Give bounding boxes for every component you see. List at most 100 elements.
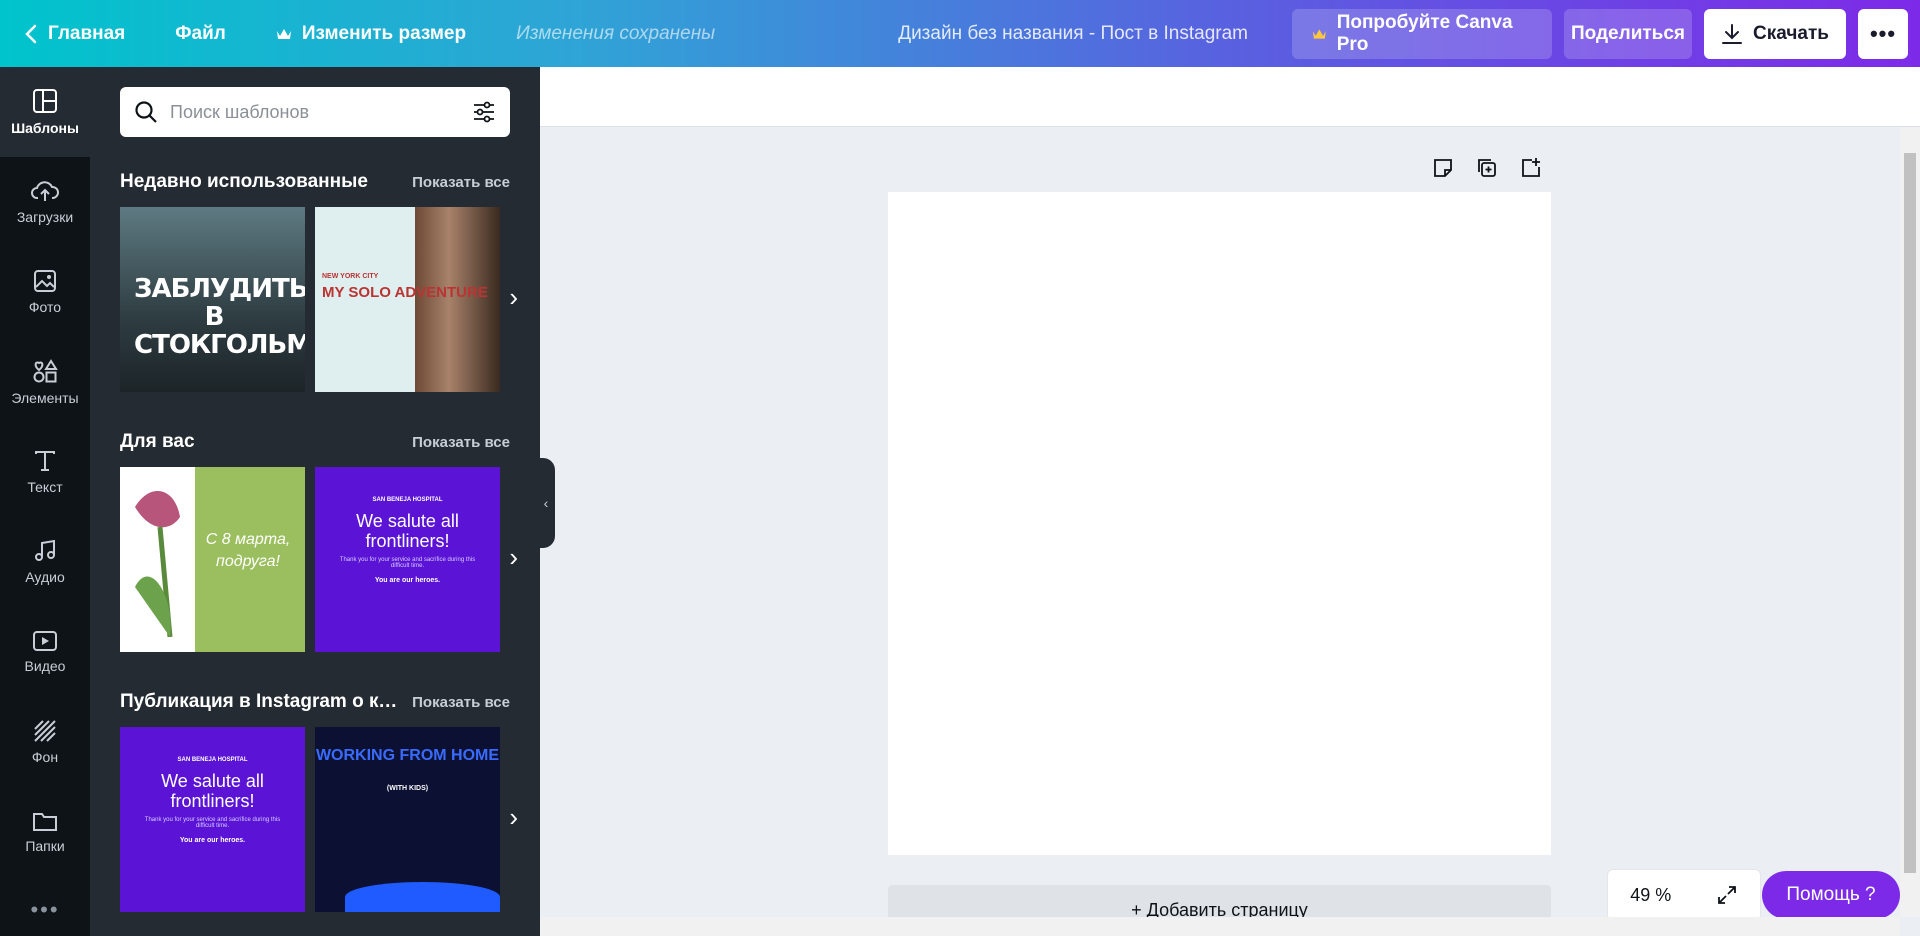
rail-more-button[interactable]: ••• [0,897,90,923]
resize-label: Изменить размер [301,22,467,44]
add-page-icon[interactable] [1518,155,1544,181]
home-label: Главная [48,22,126,44]
templates-panel: Недавно использованные Показать все ЗАБЛ… [90,67,540,936]
rail-photos[interactable]: Фото [0,247,90,337]
background-pattern-icon [34,720,56,742]
section-instagram-thumbs: SAN BENEJA HOSPITAL We salute all frontl… [120,727,540,912]
more-options-button[interactable]: ••• [1858,8,1908,59]
search-icon [135,101,157,123]
crown-icon [1312,28,1326,39]
show-all-link[interactable]: Показать все [412,434,510,451]
chevron-right-icon[interactable]: › [509,802,518,833]
thumb-title: С 8 марта, подруга! [205,531,291,570]
file-label: Файл [175,22,226,44]
thumb-text: Thank you for your service and sacrifice… [339,557,476,569]
file-menu[interactable]: Файл [175,23,226,45]
text-icon [35,451,55,471]
section-title: Для вас [120,431,195,452]
resize-button[interactable]: Изменить размер [276,23,466,45]
rail-label: Загрузки [16,209,74,225]
duplicate-page-icon[interactable] [1474,155,1500,181]
rail-text[interactable]: Текст [0,427,90,517]
scrollbar-thumb[interactable] [1904,153,1916,873]
side-rail: Шаблоны Загрузки Фото Элементы Текст Ауд… [0,67,90,936]
chevron-right-icon[interactable]: › [509,542,518,573]
thumb-text: You are our heroes. [179,837,246,844]
folder-icon [33,813,57,831]
design-page[interactable] [888,192,1551,855]
thumb-subtitle: NEW YORK CITY [322,273,379,280]
rail-label: Фото [28,299,62,315]
note-icon[interactable] [1430,155,1456,181]
cloud-upload-icon [31,181,59,201]
zoom-level[interactable]: 49 % [1630,885,1671,906]
template-thumb-frontliners-2[interactable]: SAN BENEJA HOSPITAL We salute all frontl… [120,727,305,912]
search-input[interactable] [170,101,472,123]
help-button[interactable]: Помощь ? [1762,871,1900,919]
section-for-you-thumbs: С 8 марта, подруга! SAN BENEJA HOSPITAL … [120,467,540,652]
try-pro-label: Попробуйте Canva Pro [1336,11,1513,55]
rail-label: Текст [27,479,63,495]
home-link[interactable]: Главная [24,23,125,45]
share-label: Поделиться [1570,22,1686,44]
music-note-icon [35,539,55,561]
thumb-text: You are our heroes. [374,577,441,584]
rail-label: Видео [24,658,66,674]
crown-icon [276,28,291,39]
search-box [120,87,510,137]
collapse-panel-handle[interactable]: ‹ [537,458,555,548]
thumb-subtitle: SAN BENEJA HOSPITAL [177,757,248,763]
rail-uploads[interactable]: Загрузки [0,157,90,247]
context-toolbar [540,67,1920,127]
section-title: Публикация в Instagram о ко... [120,691,405,712]
thumb-text: Thank you for your service and sacrifice… [144,817,281,829]
try-pro-button[interactable]: Попробуйте Canva Pro [1292,8,1552,59]
zoom-control: 49 % [1607,869,1761,921]
rail-audio[interactable]: Аудио [0,517,90,607]
template-thumb-working-from-home[interactable]: WORKING FROM HOME (WITH KIDS) [315,727,500,912]
rail-templates[interactable]: Шаблоны [0,67,90,157]
template-thumb-stockholm[interactable]: ЗАБЛУДИТЬСЯ В СТОКГОЛЬМЕ [120,207,305,392]
templates-icon [33,89,57,113]
download-label: Скачать [1753,22,1829,44]
horizontal-scrollbar[interactable] [540,917,1900,936]
thumb-title: We salute all frontliners! [161,771,264,811]
download-icon [1722,23,1743,44]
filter-sliders-icon[interactable] [472,100,496,124]
rail-label: Элементы [11,390,79,406]
template-thumb-frontliners[interactable]: SAN BENEJA HOSPITAL We salute all frontl… [315,467,500,652]
thumb-text: ЗАБЛУДИТЬСЯ В СТОКГОЛЬМЕ [134,274,305,360]
thumb-subtitle: (WITH KIDS) [386,785,429,792]
rail-folders[interactable]: Папки [0,787,90,877]
template-thumb-march-8[interactable]: С 8 марта, подруга! [120,467,305,652]
fullscreen-icon[interactable] [1716,884,1738,906]
shapes-icon [33,359,58,383]
show-all-link[interactable]: Показать все [412,174,510,191]
rail-elements[interactable]: Элементы [0,337,90,427]
top-bar: Главная Файл Изменить размер Изменения с… [0,0,1920,67]
chevron-left-icon [25,24,37,43]
section-for-you-header: Для вас Показать все [120,431,510,453]
rail-label: Шаблоны [11,120,79,136]
rail-video[interactable]: Видео [0,607,90,697]
rail-label: Папки [25,838,65,854]
rail-background[interactable]: Фон [0,697,90,787]
template-thumb-solo-adventure[interactable]: NEW YORK CITY MY SOLO ADVENTURE [315,207,500,392]
thumb-title: WORKING FROM HOME [315,747,500,764]
thumb-title: We salute all frontliners! [356,511,459,551]
section-instagram-header: Публикация в Instagram о ко... Показать … [120,691,510,713]
chevron-right-icon[interactable]: › [509,282,518,313]
vertical-scrollbar[interactable] [1900,127,1920,917]
section-title: Недавно использованные [120,171,368,192]
download-button[interactable]: Скачать [1704,8,1846,59]
section-recent-thumbs: ЗАБЛУДИТЬСЯ В СТОКГОЛЬМЕ NEW YORK CITY M… [120,207,540,392]
document-title[interactable]: Дизайн без названия - Пост в Instagram [898,23,1248,45]
tulip-image [135,490,180,637]
video-icon [33,631,57,651]
saved-status: Изменения сохранены [516,22,716,44]
rail-label: Аудио [25,569,65,585]
show-all-link[interactable]: Показать все [412,694,510,711]
share-button[interactable]: Поделиться [1564,8,1692,59]
thumb-title: MY SOLO ADVENTURE [322,284,488,301]
rail-label: Фон [31,749,59,765]
